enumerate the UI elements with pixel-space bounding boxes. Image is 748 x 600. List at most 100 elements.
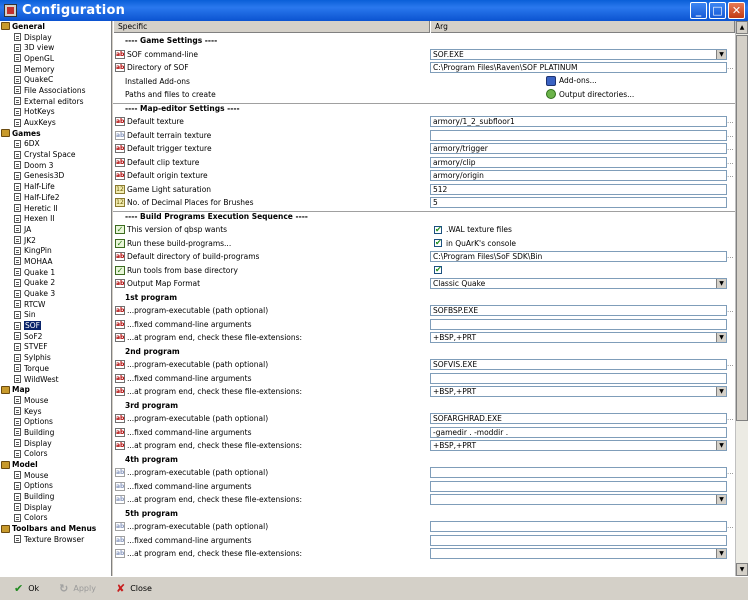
tree-item-sylphis[interactable]: Sylphis xyxy=(0,352,111,363)
tree-item-half-life2[interactable]: Half-Life2 xyxy=(0,192,111,203)
text-field[interactable]: -gamedir . -moddir . xyxy=(430,426,727,438)
tree-group-model[interactable]: Model xyxy=(0,459,111,470)
text-field[interactable]: armory/clip xyxy=(430,156,727,168)
tree-item-mohaa[interactable]: MOHAA xyxy=(0,256,111,267)
tree-item-display[interactable]: Display xyxy=(0,438,111,449)
dropdown-arrow-icon[interactable]: ▼ xyxy=(716,387,726,396)
tree-item-3d-view[interactable]: 3D view xyxy=(0,42,111,53)
tree-item-options[interactable]: Options xyxy=(0,416,111,427)
text-field[interactable] xyxy=(430,480,727,492)
checkbox[interactable]: ✔ xyxy=(434,239,442,247)
tree-item-external-editors[interactable]: External editors xyxy=(0,96,111,107)
text-field[interactable]: SOFVIS.EXE xyxy=(430,359,727,370)
tree-group-toolbars-and-menus[interactable]: Toolbars and Menus xyxy=(0,523,111,534)
maximize-button[interactable]: □ xyxy=(709,2,726,19)
add-ons-button[interactable]: Add-ons... xyxy=(546,75,597,86)
browse-button[interactable]: ... xyxy=(727,143,734,153)
combo-box[interactable]: ▼ xyxy=(430,494,727,505)
text-field[interactable]: 5 xyxy=(430,197,727,208)
tree-item-torque[interactable]: Torque xyxy=(0,363,111,374)
tree-item-memory[interactable]: Memory xyxy=(0,64,111,75)
tree-item-genesis3d[interactable]: Genesis3D xyxy=(0,171,111,182)
dropdown-arrow-icon[interactable]: ▼ xyxy=(716,549,726,558)
tree-item-building[interactable]: Building xyxy=(0,491,111,502)
dropdown-arrow-icon[interactable]: ▼ xyxy=(716,333,726,342)
tree-item-sin[interactable]: Sin xyxy=(0,310,111,321)
tree-item-half-life[interactable]: Half-Life xyxy=(0,181,111,192)
scroll-up-arrow-icon[interactable]: ▲ xyxy=(736,21,748,34)
text-field[interactable]: C:\Program Files\SoF SDK\Bin xyxy=(430,251,727,262)
tree-item-sof[interactable]: SOF xyxy=(0,320,111,331)
text-field[interactable] xyxy=(430,318,727,330)
tree-item-quake-2[interactable]: Quake 2 xyxy=(0,278,111,289)
text-field[interactable]: C:\Program Files\Raven\SOF PLATINUM xyxy=(430,62,727,73)
text-field[interactable] xyxy=(430,521,727,532)
tree-group-games[interactable]: Games xyxy=(0,128,111,139)
apply-button[interactable]: ↻ Apply xyxy=(59,582,96,595)
browse-button[interactable]: ... xyxy=(727,305,734,315)
output-directories-button[interactable]: Output directories... xyxy=(546,89,634,99)
close-button[interactable]: ✘ Close xyxy=(116,582,152,595)
tree-group-general[interactable]: General xyxy=(0,21,111,32)
tree-item-options[interactable]: Options xyxy=(0,481,111,492)
tree-item-stvef[interactable]: STVEF xyxy=(0,342,111,353)
text-field[interactable]: SOFBSP.EXE xyxy=(430,305,727,316)
text-field[interactable] xyxy=(430,372,727,384)
browse-button[interactable]: ... xyxy=(727,170,734,180)
vertical-scrollbar[interactable]: ▲ ▼ xyxy=(735,21,748,576)
text-field[interactable] xyxy=(430,534,727,546)
tree-item-rtcw[interactable]: RTCW xyxy=(0,299,111,310)
tree-item-display[interactable]: Display xyxy=(0,502,111,513)
text-field[interactable]: SOFARGHRAD.EXE xyxy=(430,413,727,424)
tree-item-doom-3[interactable]: Doom 3 xyxy=(0,160,111,171)
browse-button[interactable]: ... xyxy=(727,359,734,369)
title-bar[interactable]: Configuration _ □ ✕ xyxy=(0,0,748,21)
tree-item-quakec[interactable]: QuakeC xyxy=(0,74,111,85)
text-field[interactable]: 512 xyxy=(430,183,727,195)
tree-item-heretic-ii[interactable]: Heretic II xyxy=(0,203,111,214)
text-field[interactable]: armory/origin xyxy=(430,170,727,181)
tree-item-crystal-space[interactable]: Crystal Space xyxy=(0,149,111,160)
tree-item-jk2[interactable]: JK2 xyxy=(0,235,111,246)
browse-button[interactable]: ... xyxy=(727,116,734,126)
tree-item-auxkeys[interactable]: AuxKeys xyxy=(0,117,111,128)
tree-item-mouse[interactable]: Mouse xyxy=(0,395,111,406)
tree-item-colors[interactable]: Colors xyxy=(0,513,111,524)
browse-button[interactable]: ... xyxy=(727,251,734,261)
browse-button[interactable]: ... xyxy=(727,467,734,477)
browse-button[interactable]: ... xyxy=(727,130,734,140)
text-field[interactable] xyxy=(430,467,727,478)
tree-item-hexen-ii[interactable]: Hexen II xyxy=(0,213,111,224)
dropdown-arrow-icon[interactable]: ▼ xyxy=(716,279,726,288)
tree-group-map[interactable]: Map xyxy=(0,384,111,395)
combo-box[interactable]: +BSP,+PRT ▼ xyxy=(430,386,727,397)
scroll-down-arrow-icon[interactable]: ▼ xyxy=(736,563,748,576)
checkbox-option[interactable]: ✔ xyxy=(434,265,446,274)
tree-item-sof2[interactable]: SoF2 xyxy=(0,331,111,342)
text-field[interactable] xyxy=(430,129,727,141)
tree-item-file-associations[interactable]: File Associations xyxy=(0,85,111,96)
tree-item-display[interactable]: Display xyxy=(0,32,111,43)
browse-button[interactable]: ... xyxy=(727,521,734,531)
column-arg[interactable]: Arg xyxy=(430,21,735,33)
tree-item-keys[interactable]: Keys xyxy=(0,406,111,417)
tree-item-texture-browser[interactable]: Texture Browser xyxy=(0,534,111,545)
tree-item-colors[interactable]: Colors xyxy=(0,449,111,460)
tree-item-building[interactable]: Building xyxy=(0,427,111,438)
browse-button[interactable]: ... xyxy=(727,157,734,167)
combo-box[interactable]: +BSP,+PRT ▼ xyxy=(430,332,727,343)
checkbox[interactable]: ✔ xyxy=(434,225,442,234)
tree-item-quake-3[interactable]: Quake 3 xyxy=(0,288,111,299)
combo-box[interactable]: SOF.EXE ▼ xyxy=(430,48,727,60)
browse-button[interactable]: ... xyxy=(727,62,734,72)
checkbox[interactable]: ✔ xyxy=(434,265,442,274)
combo-box[interactable]: ▼ xyxy=(430,548,727,559)
tree-item-hotkeys[interactable]: HotKeys xyxy=(0,107,111,118)
browse-button[interactable]: ... xyxy=(727,413,734,423)
tree-item-opengl[interactable]: OpenGL xyxy=(0,53,111,64)
scroll-thumb[interactable] xyxy=(736,35,748,421)
close-window-button[interactable]: ✕ xyxy=(728,2,745,19)
checkbox-option[interactable]: ✔ in QuArK's console xyxy=(434,239,516,248)
tree-item-kingpin[interactable]: KingPin xyxy=(0,245,111,256)
tree-item-ja[interactable]: JA xyxy=(0,224,111,235)
